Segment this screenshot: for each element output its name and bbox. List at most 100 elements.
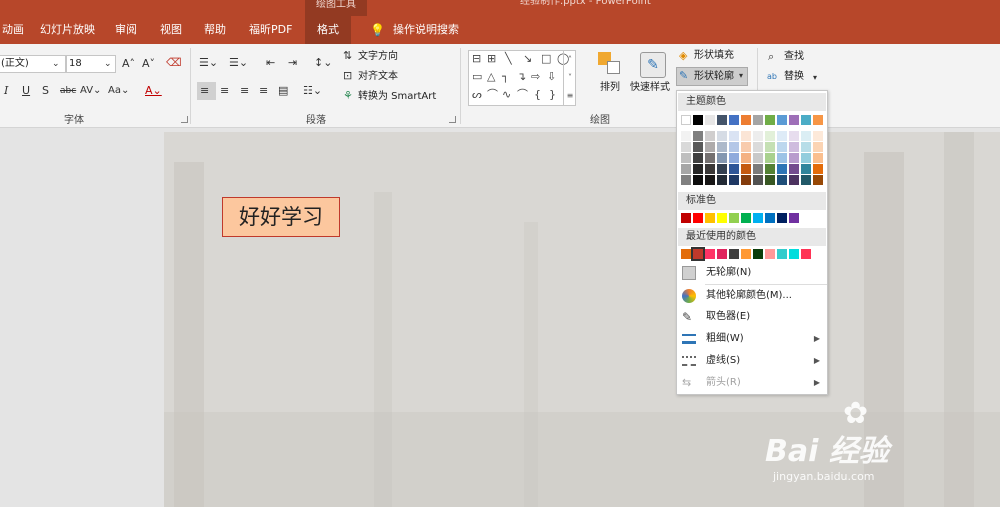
theme-color-swatch[interactable] xyxy=(813,153,823,163)
numbering-icon[interactable]: ☰⌄ xyxy=(229,56,248,70)
theme-color-swatch[interactable] xyxy=(705,164,715,174)
shadow-icon[interactable]: S xyxy=(42,84,49,98)
standard-color-swatch[interactable] xyxy=(765,213,775,223)
theme-color-swatch[interactable] xyxy=(693,175,703,185)
recent-color-swatch[interactable] xyxy=(777,249,787,259)
font-color-icon[interactable]: A⌄ xyxy=(145,84,162,98)
theme-color-swatch[interactable] xyxy=(801,175,811,185)
standard-color-swatch[interactable] xyxy=(693,213,703,223)
change-case-icon[interactable]: Aa⌄ xyxy=(108,84,129,98)
underline-icon[interactable]: U xyxy=(22,84,30,98)
increase-indent-icon[interactable]: ⇥ xyxy=(288,56,297,70)
line-spacing-icon[interactable]: ↕⌄ xyxy=(314,56,332,70)
theme-color-swatch[interactable] xyxy=(801,131,811,141)
theme-color-swatch[interactable] xyxy=(693,142,703,152)
theme-color-swatch[interactable] xyxy=(681,131,691,141)
grow-font-icon[interactable]: A˄ xyxy=(122,57,135,71)
paragraph-dialog-launcher-icon[interactable] xyxy=(449,116,456,123)
tab-view[interactable]: 视图 xyxy=(160,16,182,44)
recent-color-swatch[interactable] xyxy=(801,249,811,259)
theme-color-swatch[interactable] xyxy=(705,153,715,163)
theme-color-swatch[interactable] xyxy=(705,115,715,125)
theme-color-swatch[interactable] xyxy=(789,115,799,125)
theme-color-swatch[interactable] xyxy=(753,164,763,174)
theme-color-swatch[interactable] xyxy=(717,175,727,185)
shrink-font-icon[interactable]: A˅ xyxy=(142,57,155,71)
bullets-icon[interactable]: ☰⌄ xyxy=(199,56,218,70)
replace-button[interactable]: 替换 xyxy=(784,69,804,85)
find-button[interactable]: 查找 xyxy=(784,49,804,65)
theme-color-swatch[interactable] xyxy=(717,131,727,141)
convert-smartart-button[interactable]: 转换为 SmartArt xyxy=(358,89,436,105)
theme-color-swatch[interactable] xyxy=(729,115,739,125)
theme-color-swatch[interactable] xyxy=(777,142,787,152)
theme-color-swatch[interactable] xyxy=(813,164,823,174)
menu-dashes[interactable]: 虚线(S) ▶ xyxy=(678,351,826,371)
recent-color-swatch[interactable] xyxy=(741,249,751,259)
theme-color-swatch[interactable] xyxy=(765,131,775,141)
theme-color-swatch[interactable] xyxy=(753,115,763,125)
theme-color-swatch[interactable] xyxy=(801,164,811,174)
theme-color-swatch[interactable] xyxy=(789,131,799,141)
tab-format[interactable]: 格式 xyxy=(305,16,351,44)
standard-color-swatch[interactable] xyxy=(777,213,787,223)
justify-icon[interactable]: ≡ xyxy=(259,84,268,98)
tell-me-search[interactable]: 操作说明搜索 xyxy=(393,16,459,44)
gallery-scroll[interactable]: ˄ ˅ ≡ xyxy=(563,51,576,105)
theme-color-swatch[interactable] xyxy=(681,164,691,174)
standard-color-swatch[interactable] xyxy=(789,213,799,223)
theme-color-swatch[interactable] xyxy=(777,175,787,185)
theme-color-swatch[interactable] xyxy=(789,175,799,185)
theme-color-swatch[interactable] xyxy=(741,164,751,174)
recent-color-swatch[interactable] xyxy=(681,249,691,259)
theme-color-swatch[interactable] xyxy=(801,153,811,163)
align-right-icon[interactable]: ≡ xyxy=(240,84,249,98)
align-center-icon[interactable]: ≡ xyxy=(220,84,229,98)
recent-color-swatch[interactable] xyxy=(729,249,739,259)
tab-animations[interactable]: 动画 xyxy=(2,16,24,44)
standard-color-swatch[interactable] xyxy=(729,213,739,223)
theme-color-swatch[interactable] xyxy=(789,153,799,163)
standard-color-swatch[interactable] xyxy=(741,213,751,223)
menu-no-outline[interactable]: 无轮廓(N) xyxy=(678,263,826,283)
theme-color-swatch[interactable] xyxy=(777,115,787,125)
theme-color-swatch[interactable] xyxy=(753,142,763,152)
theme-color-swatch[interactable] xyxy=(801,142,811,152)
recent-color-swatch[interactable] xyxy=(717,249,727,259)
slide-textbox[interactable]: 好好学习 xyxy=(222,197,340,237)
quick-styles-button[interactable]: 快速样式 xyxy=(630,80,670,96)
theme-color-swatch[interactable] xyxy=(681,175,691,185)
theme-color-swatch[interactable] xyxy=(801,115,811,125)
theme-color-swatch[interactable] xyxy=(813,131,823,141)
tab-review[interactable]: 审阅 xyxy=(115,16,137,44)
theme-color-swatch[interactable] xyxy=(813,175,823,185)
theme-color-swatch[interactable] xyxy=(777,131,787,141)
recent-color-swatch[interactable] xyxy=(753,249,763,259)
theme-color-swatch[interactable] xyxy=(705,142,715,152)
tab-foxit-pdf[interactable]: 福昕PDF xyxy=(249,16,292,44)
theme-color-swatch[interactable] xyxy=(681,142,691,152)
theme-color-swatch[interactable] xyxy=(765,115,775,125)
theme-color-swatch[interactable] xyxy=(777,153,787,163)
menu-weight[interactable]: 粗细(W) ▶ xyxy=(678,329,826,349)
theme-color-swatch[interactable] xyxy=(813,142,823,152)
standard-color-swatch[interactable] xyxy=(705,213,715,223)
italic-icon[interactable]: I xyxy=(4,84,8,98)
theme-color-swatch[interactable] xyxy=(741,131,751,141)
theme-color-swatch[interactable] xyxy=(693,153,703,163)
columns-icon[interactable]: ☷⌄ xyxy=(303,84,322,98)
distribute-icon[interactable]: ▤ xyxy=(278,84,288,98)
recent-color-swatch[interactable] xyxy=(691,247,705,261)
font-dialog-launcher-icon[interactable] xyxy=(181,116,188,123)
char-spacing-icon[interactable]: AV⌄ xyxy=(80,84,101,98)
theme-color-swatch[interactable] xyxy=(741,142,751,152)
theme-color-swatch[interactable] xyxy=(729,164,739,174)
align-text-button[interactable]: 对齐文本 xyxy=(358,69,398,85)
arrange-button[interactable]: 排列 xyxy=(600,80,620,96)
theme-color-swatch[interactable] xyxy=(753,153,763,163)
theme-color-swatch[interactable] xyxy=(741,115,751,125)
shape-fill-button[interactable]: 形状填充 xyxy=(694,48,734,64)
strikethrough-icon[interactable]: abc xyxy=(60,84,76,98)
theme-color-swatch[interactable] xyxy=(765,164,775,174)
theme-color-swatch[interactable] xyxy=(729,131,739,141)
